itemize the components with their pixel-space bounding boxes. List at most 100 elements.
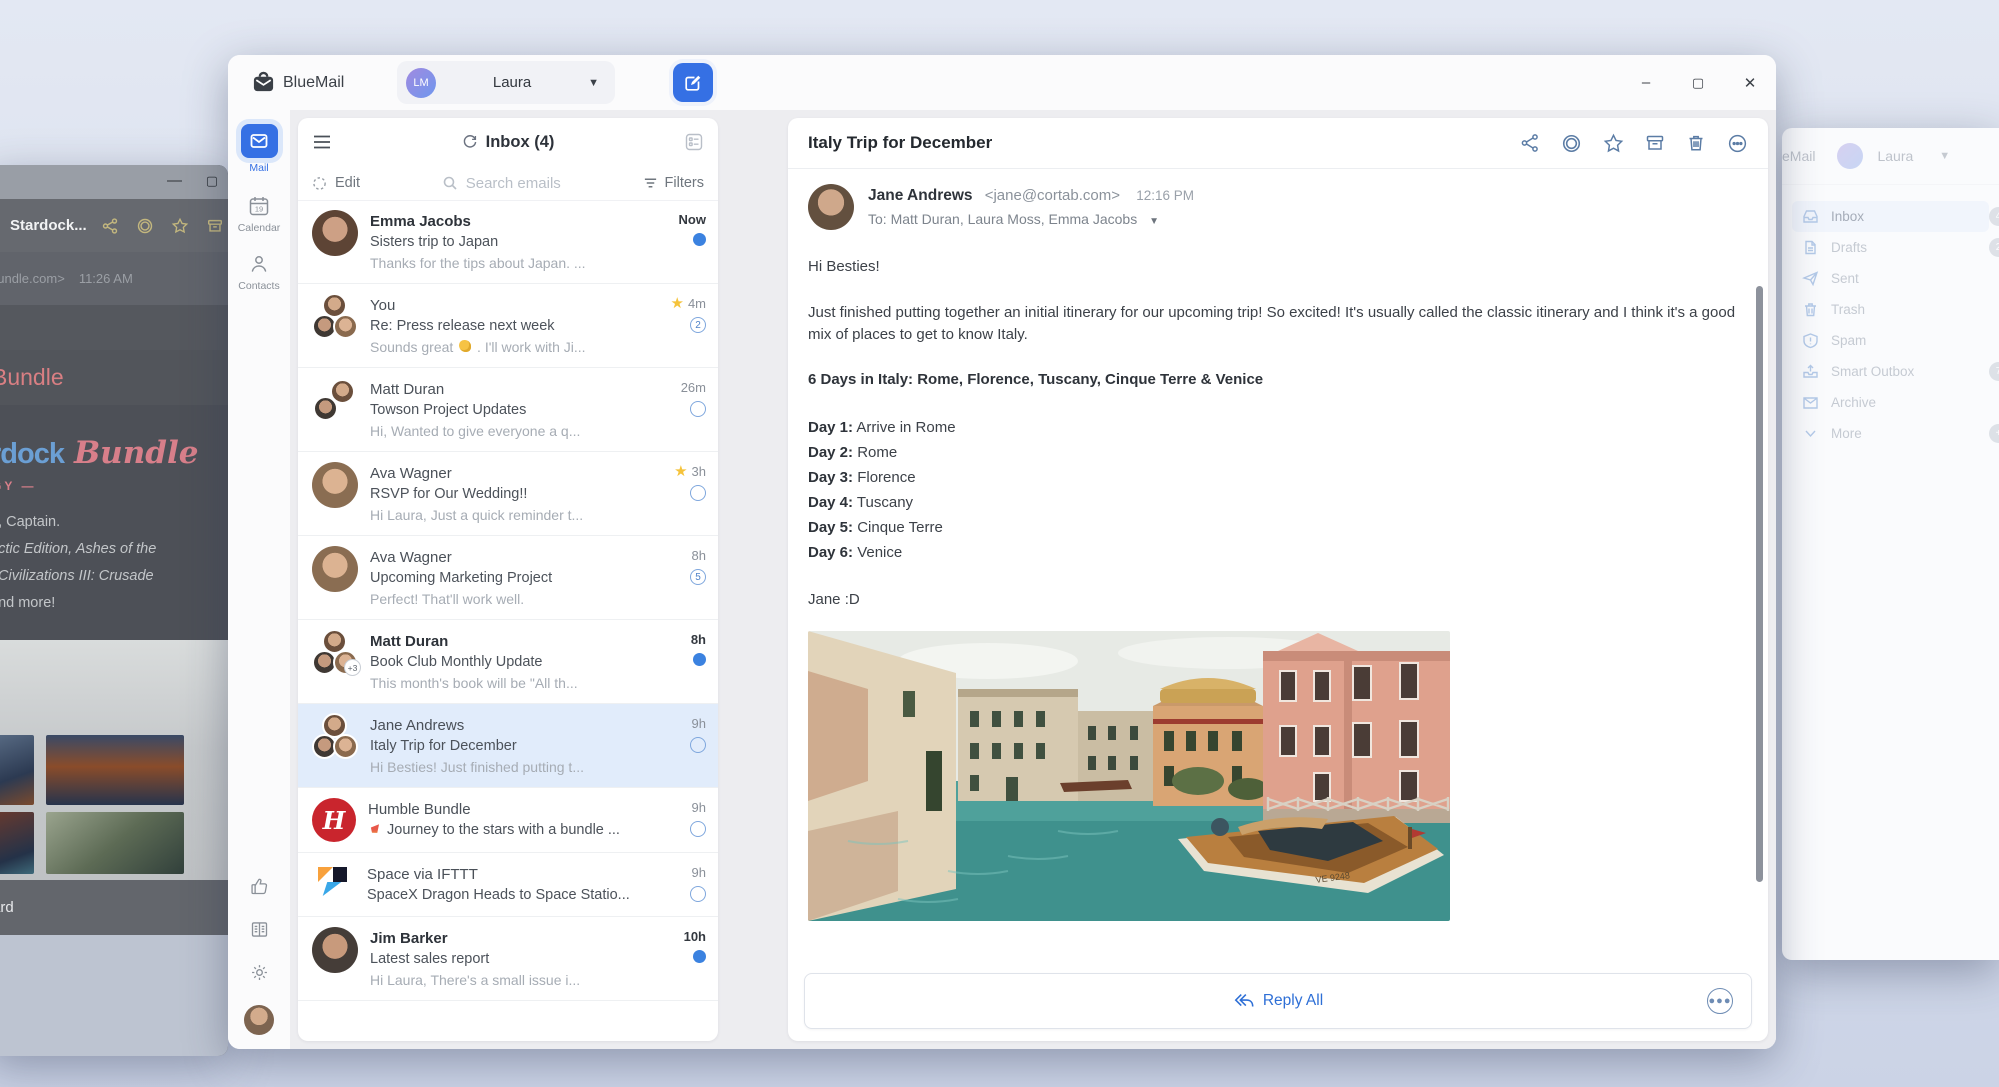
left-window-body-line: d, Captain.	[0, 509, 156, 536]
edit-label: Edit	[335, 175, 360, 191]
trash-icon[interactable]	[1686, 133, 1706, 153]
left-window-toolbar-icons	[101, 217, 228, 235]
folder-item-drafts[interactable]: Drafts2	[1792, 232, 1989, 263]
filters-button[interactable]: Filters	[643, 175, 704, 191]
share-icon[interactable]	[101, 217, 119, 235]
nav-calendar[interactable]: 19 Calendar	[228, 194, 290, 234]
nav-contacts[interactable]: Contacts	[228, 252, 290, 292]
folder-item-sent[interactable]: Sent	[1792, 263, 1989, 294]
minimize-icon[interactable]: —	[167, 173, 182, 189]
folder-item-trash[interactable]: Trash	[1792, 294, 1989, 325]
scrollbar-thumb[interactable]	[1756, 286, 1763, 882]
email-meta: 8h	[660, 630, 706, 693]
recipients-line[interactable]: To: Matt Duran, Laura Moss, Emma Jacobs …	[868, 211, 1194, 227]
archive-icon[interactable]	[1645, 133, 1665, 153]
star-icon[interactable]: ★	[674, 465, 687, 479]
thumbs-up-icon[interactable]	[249, 876, 270, 897]
thread-count-badge[interactable]: 5	[690, 569, 706, 585]
email-time: 8h	[692, 548, 706, 563]
folder-item-inbox[interactable]: Inbox4	[1792, 201, 1989, 232]
unread-dot[interactable]	[693, 950, 706, 963]
edit-button[interactable]: Edit	[312, 175, 360, 191]
email-preview: Hi, Wanted to give everyone a q...	[370, 421, 648, 441]
reply-more-icon[interactable]: ●●●	[1707, 988, 1733, 1014]
read-circle[interactable]	[690, 886, 706, 902]
folder-item-more[interactable]: More+	[1792, 418, 1989, 449]
unread-dot[interactable]	[693, 653, 706, 666]
left-window-sender-row: bundle.com> 11:26 AM	[0, 252, 228, 305]
email-list-item[interactable]: +3Matt DuranBook Club Monthly UpdateThis…	[298, 620, 718, 704]
sender-line: Jane Andrews <jane@cortab.com> 12:16 PM	[868, 187, 1194, 205]
read-circle[interactable]	[690, 737, 706, 753]
read-circle[interactable]	[690, 401, 706, 417]
minimize-button[interactable]: –	[1620, 74, 1672, 91]
email-time: 26m	[681, 380, 706, 395]
email-sender: You	[370, 295, 648, 316]
email-subject: Towson Project Updates	[370, 400, 648, 421]
search-input[interactable]: Search emails	[360, 175, 643, 192]
right-window-account: Laura	[1877, 148, 1913, 164]
email-list-item[interactable]: Matt DuranTowson Project UpdatesHi, Want…	[298, 368, 718, 452]
email-sender: Space via IFTTT	[367, 864, 648, 885]
select-circle-icon	[312, 176, 327, 191]
reply-all-button[interactable]: Reply All ●●●	[804, 973, 1752, 1029]
notes-icon[interactable]	[249, 919, 270, 940]
email-meta: 9h	[660, 714, 706, 777]
account-name: Laura	[436, 74, 588, 91]
nav-mail[interactable]: Mail	[228, 124, 290, 174]
bluemail-window: BlueMail LM Laura ▼ – ▢ ✕ Mail	[228, 55, 1776, 1049]
email-list-item[interactable]: Emma JacobsSisters trip to JapanThanks f…	[298, 200, 718, 284]
more-options-icon[interactable]	[1727, 133, 1748, 154]
left-window-body-line: : Civilizations III: Crusade	[0, 563, 156, 590]
maximize-button[interactable]: ▢	[1672, 75, 1724, 91]
left-window-footer-text[interactable]: ard	[0, 899, 14, 916]
inbox-icon	[1802, 208, 1819, 225]
email-list-item[interactable]: Space via IFTTTSpaceX Dragon Heads to Sp…	[298, 853, 718, 917]
folder-item-smart-outbox[interactable]: Smart Outbox7	[1792, 356, 1989, 387]
background-window-stardock[interactable]: — ▢ Stardock... bundle.com> 11:26 AM Bun…	[0, 165, 228, 1056]
compose-button[interactable]	[673, 63, 713, 102]
email-summary: Jim BarkerLatest sales reportHi Laura, T…	[370, 927, 648, 990]
folder-item-archive[interactable]: Archive	[1792, 387, 1989, 418]
maximize-icon[interactable]: ▢	[206, 173, 218, 189]
email-sender: Jim Barker	[370, 928, 648, 949]
email-meta: 10h	[660, 927, 706, 990]
background-window-folders[interactable]: eMail Laura ▼ Inbox4Drafts2SentTrashSpam…	[1782, 128, 1999, 960]
read-status-icon[interactable]	[136, 217, 154, 235]
sender-block: Jane Andrews <jane@cortab.com> 12:16 PM …	[788, 169, 1768, 238]
email-list-item[interactable]: Ava WagnerRSVP for Our Wedding!!Hi Laura…	[298, 452, 718, 536]
read-circle[interactable]	[690, 485, 706, 501]
star-icon[interactable]	[171, 217, 189, 235]
star-icon[interactable]	[1603, 133, 1624, 154]
unread-dot[interactable]	[693, 233, 706, 246]
email-list-item[interactable]: HHumble Bundle Journey to the stars with…	[298, 788, 718, 853]
email-list-item[interactable]: Jim BarkerLatest sales reportHi Laura, T…	[298, 917, 718, 1001]
folder-item-spam[interactable]: Spam	[1792, 325, 1989, 356]
email-list-item[interactable]: YouRe: Press release next weekSounds gre…	[298, 284, 718, 368]
account-switcher[interactable]: LM Laura ▼	[397, 61, 615, 104]
left-window-promo: rdockBundle GY — d, Captain.actic Editio…	[0, 405, 228, 640]
gear-icon[interactable]	[249, 962, 270, 983]
email-summary: Matt DuranBook Club Monthly UpdateThis m…	[370, 630, 648, 693]
email-list-item[interactable]: Jane AndrewsItaly Trip for DecemberHi Be…	[298, 704, 718, 788]
archive-icon[interactable]	[206, 217, 224, 235]
share-icon[interactable]	[1520, 133, 1540, 153]
view-toggle-icon[interactable]	[684, 132, 704, 152]
bluemail-logo-icon	[252, 71, 275, 94]
rail-bottom	[228, 876, 290, 1035]
hamburger-menu-icon[interactable]	[312, 134, 332, 150]
read-status-icon[interactable]	[1561, 133, 1582, 154]
email-time: 9h	[692, 800, 706, 815]
email-list-item[interactable]: Ava WagnerUpcoming Marketing ProjectPerf…	[298, 536, 718, 620]
refresh-icon[interactable]	[462, 134, 478, 150]
read-circle[interactable]	[690, 821, 706, 837]
star-icon[interactable]: ★	[670, 297, 683, 311]
email-subject: RSVP for Our Wedding!!	[370, 484, 648, 505]
thread-count-badge[interactable]: 2	[690, 317, 706, 333]
avatar	[312, 462, 358, 508]
reply-all-label: Reply All	[1263, 992, 1323, 1010]
user-avatar[interactable]	[244, 1005, 274, 1035]
reading-pane: Italy Trip for December Jane And	[788, 118, 1768, 1041]
list-header: Inbox (4)	[298, 118, 718, 166]
close-button[interactable]: ✕	[1724, 74, 1776, 92]
